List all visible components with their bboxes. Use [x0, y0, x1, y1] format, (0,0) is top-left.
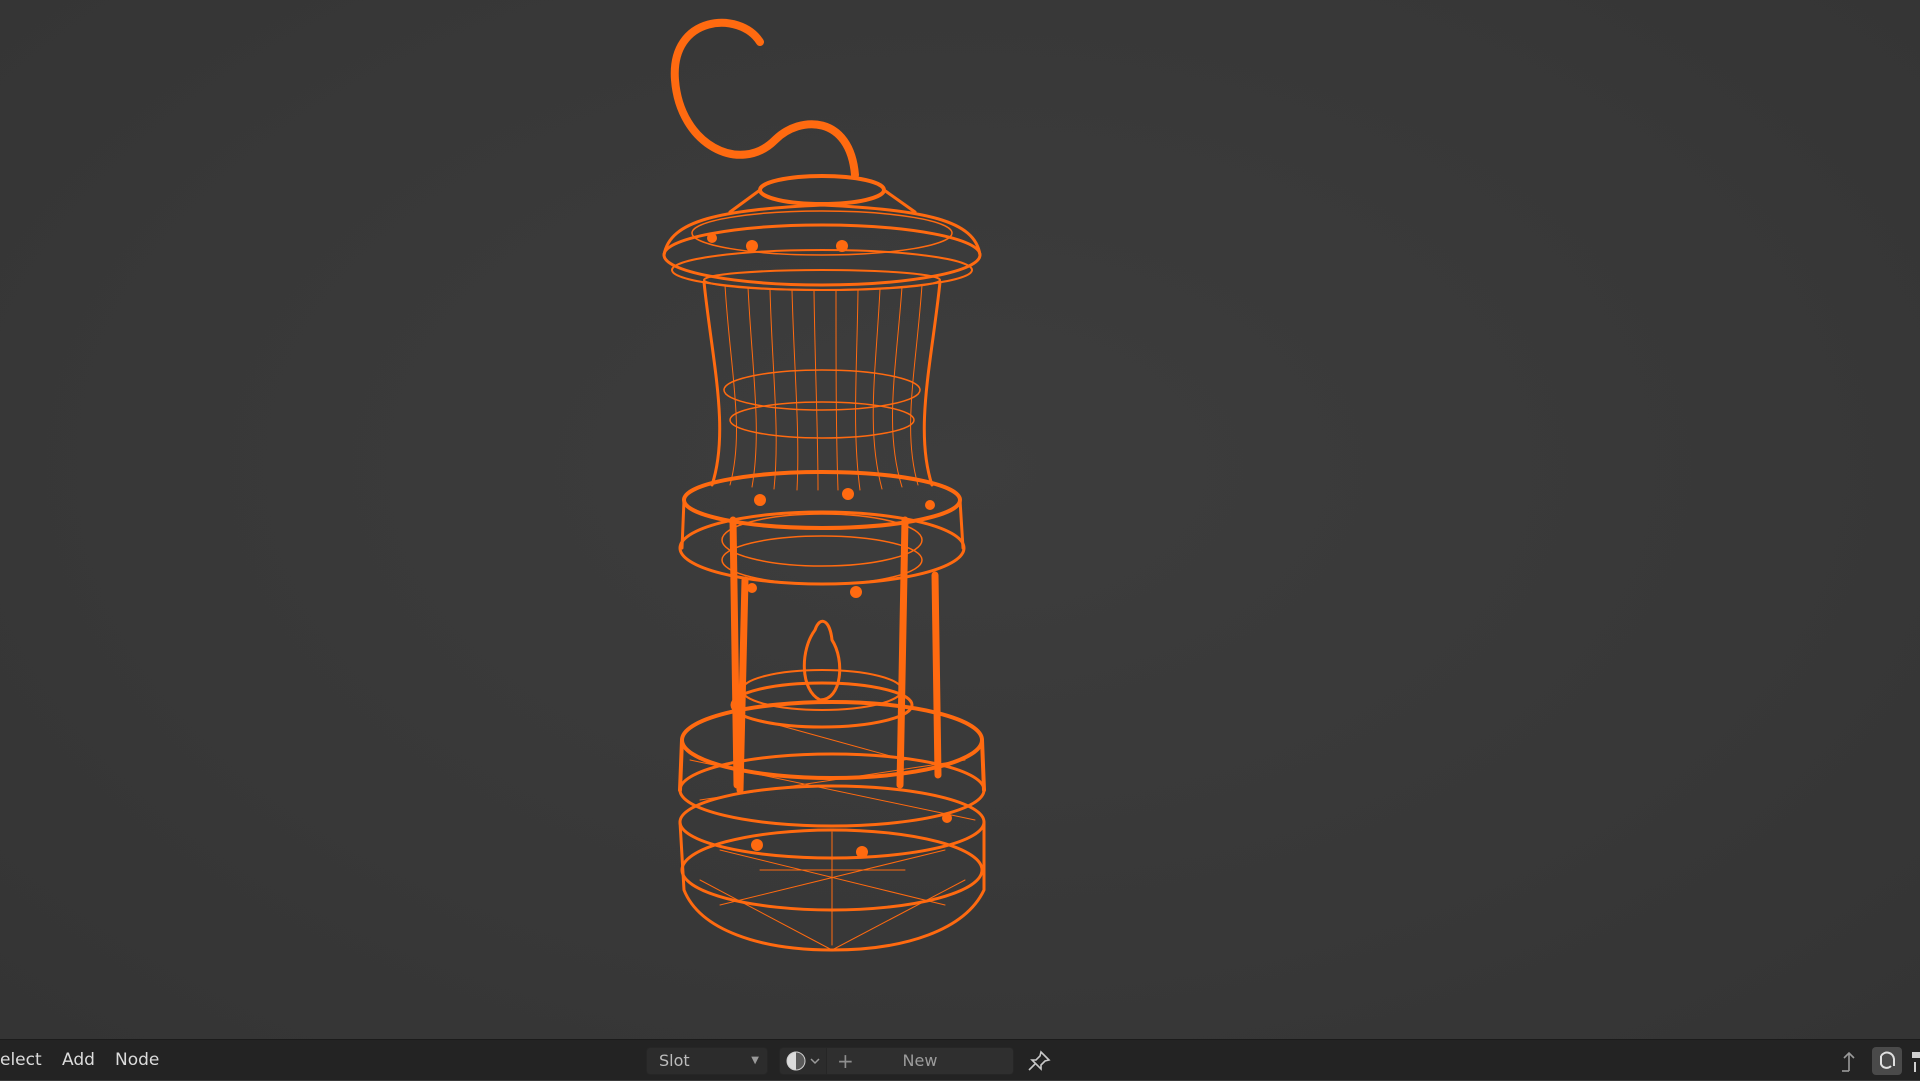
parent-node-tree-button[interactable]: [1834, 1047, 1864, 1075]
chevron-down-icon: ▼: [751, 1055, 759, 1066]
select-menu[interactable]: elect: [0, 1040, 42, 1081]
add-menu[interactable]: Add: [62, 1040, 95, 1081]
lantern-flame: [802, 619, 842, 702]
material-sphere-icon: [786, 1051, 820, 1071]
node-editor-viewport[interactable]: [0, 0, 1920, 1039]
snap-toggle[interactable]: [1872, 1047, 1902, 1075]
magnet-icon: [1880, 1051, 1895, 1069]
lantern-mid-ring: [682, 470, 962, 530]
lantern-wireframe[interactable]: [0, 0, 1920, 1039]
editor-options-edge[interactable]: [1910, 1050, 1920, 1072]
arrow-up-icon: [1842, 1051, 1855, 1072]
lantern-hook: [670, 18, 859, 179]
chevron-down-icon: [810, 1058, 820, 1065]
material-browse-button[interactable]: [779, 1047, 827, 1075]
new-label: New: [902, 1051, 938, 1070]
node-editor-header: elect Add Node Slot ▼ + New: [0, 1039, 1920, 1080]
slot-dropdown[interactable]: Slot ▼: [646, 1047, 768, 1075]
lantern-glass-lines: [724, 284, 923, 491]
slot-label: Slot: [659, 1051, 690, 1070]
node-menu[interactable]: Node: [115, 1040, 159, 1081]
lantern-cap-knob: [758, 174, 886, 206]
new-material-button[interactable]: + New: [827, 1047, 1014, 1075]
pin-icon: [1028, 1050, 1051, 1071]
pin-button[interactable]: [1024, 1047, 1054, 1075]
